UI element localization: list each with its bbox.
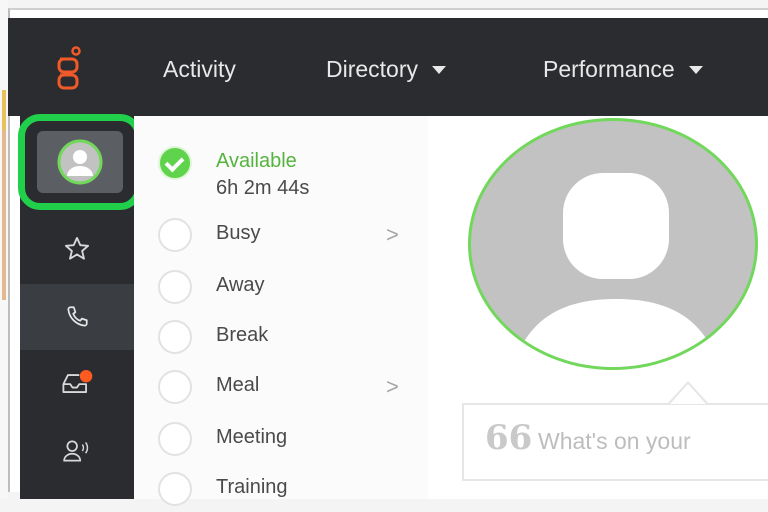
status-label: Busy [216, 222, 261, 244]
nav-directory-label: Directory [326, 56, 419, 82]
speaker-person-icon [63, 440, 89, 462]
status-label: Meeting [216, 426, 288, 448]
user-silhouette-icon [512, 173, 720, 367]
status-label: Break [216, 324, 269, 346]
status-option-away[interactable]: Away [134, 266, 428, 310]
radio-icon [158, 218, 192, 252]
status-option-meal[interactable]: Meal > [134, 366, 428, 410]
post-bubble-tail-inner [670, 384, 706, 404]
nav-activity[interactable]: Activity [163, 56, 236, 83]
status-label: Away [216, 274, 265, 296]
status-option-available[interactable]: Available 6h 2m 44s [134, 142, 428, 202]
status-panel: Available 6h 2m 44s Busy > Away Break Me… [134, 116, 428, 506]
sidebar-item-inbox[interactable] [20, 350, 134, 416]
check-circle-icon [158, 146, 192, 180]
quote-icon: 66 [485, 418, 533, 458]
radio-icon [158, 422, 192, 456]
avatar-container [37, 131, 123, 193]
chevron-right-icon: > [386, 374, 399, 399]
status-label: Available [216, 150, 297, 172]
genesys-logo-icon [57, 46, 81, 90]
status-option-busy[interactable]: Busy > [134, 214, 428, 258]
status-label: Training [216, 476, 288, 498]
chevron-down-icon [432, 65, 447, 74]
radio-icon [158, 472, 192, 506]
sidebar-item-speaker[interactable] [20, 418, 134, 484]
nav-directory[interactable]: Directory [326, 56, 447, 83]
status-duration: 6h 2m 44s [216, 177, 310, 199]
post-placeholder: What's on your [538, 428, 691, 454]
phone-icon [67, 306, 88, 327]
window-edge [0, 0, 8, 499]
status-label: Meal [216, 374, 260, 396]
nav-performance-label: Performance [543, 56, 675, 82]
star-icon [64, 236, 90, 260]
chevron-right-icon: > [386, 222, 399, 247]
sidebar-item-phone[interactable] [20, 284, 134, 350]
profile-avatar-button[interactable] [18, 114, 142, 210]
nav-activity-label: Activity [163, 56, 236, 82]
status-option-meeting[interactable]: Meeting [134, 418, 428, 462]
radio-icon [158, 270, 192, 304]
status-option-break[interactable]: Break [134, 316, 428, 360]
profile-picture[interactable] [468, 118, 758, 370]
user-avatar-icon [57, 139, 103, 185]
chevron-down-icon [688, 65, 703, 74]
inbox-icon [62, 369, 93, 393]
sidebar-item-favorites[interactable] [20, 216, 134, 282]
radio-icon [158, 320, 192, 354]
notification-badge [79, 369, 93, 383]
radio-icon [158, 370, 192, 404]
status-option-training[interactable]: Training [134, 468, 428, 512]
window-edge-accent-top [2, 90, 6, 130]
nav-performance[interactable]: Performance [543, 56, 703, 83]
